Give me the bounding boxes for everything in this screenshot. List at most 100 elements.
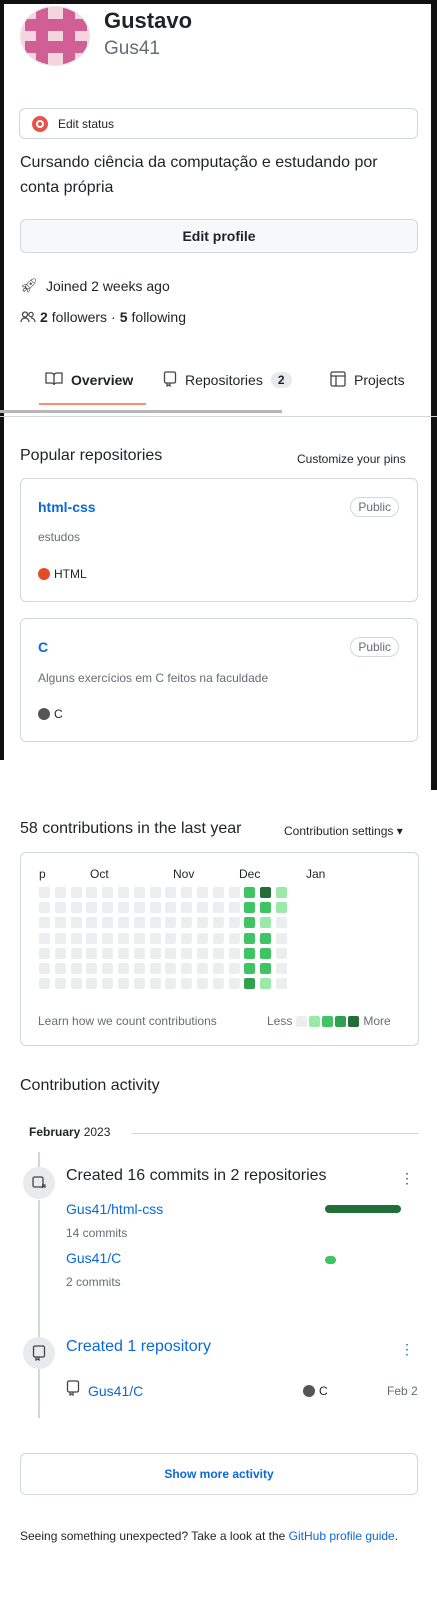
contribution-day-cell[interactable]	[118, 978, 129, 990]
contribution-day-cell[interactable]	[86, 902, 98, 914]
activity-repo-link[interactable]: Gus41/C	[66, 1250, 121, 1266]
contribution-day-cell[interactable]	[197, 887, 208, 898]
contribution-day-cell[interactable]	[102, 917, 114, 929]
contribution-day-cell[interactable]	[228, 978, 240, 990]
learn-contributions-link[interactable]: Learn how we count contributions	[38, 1014, 217, 1028]
followers-link[interactable]: followers	[52, 309, 107, 325]
contribution-settings-dropdown[interactable]: Contribution settings ▾	[284, 824, 403, 838]
contribution-day-cell[interactable]	[181, 947, 193, 959]
contribution-day-cell[interactable]	[197, 978, 208, 990]
contribution-day-cell[interactable]	[165, 978, 177, 990]
contribution-day-cell[interactable]	[54, 917, 66, 929]
following-count[interactable]: 5	[120, 309, 128, 325]
contribution-day-cell[interactable]	[54, 902, 66, 914]
contribution-day-cell[interactable]	[39, 932, 50, 944]
contribution-day-cell[interactable]	[133, 978, 145, 990]
contribution-day-cell[interactable]	[118, 963, 129, 974]
contribution-day-cell[interactable]	[149, 917, 161, 929]
contribution-day-cell[interactable]	[39, 947, 50, 959]
contribution-day-cell[interactable]	[212, 947, 224, 959]
contribution-day-cell[interactable]	[102, 978, 114, 990]
contribution-day-cell[interactable]	[70, 902, 82, 914]
contribution-day-cell[interactable]	[260, 963, 272, 974]
contribution-day-cell[interactable]	[102, 902, 114, 914]
contribution-day-cell[interactable]	[54, 887, 66, 898]
contribution-day-cell[interactable]	[70, 917, 82, 929]
contribution-day-cell[interactable]	[39, 902, 50, 914]
fold-icon[interactable]: ⋮	[400, 1170, 414, 1187]
contribution-day-cell[interactable]	[149, 902, 161, 914]
contribution-day-cell[interactable]	[149, 947, 161, 959]
contribution-day-cell[interactable]	[102, 932, 114, 944]
contribution-day-cell[interactable]	[244, 917, 256, 929]
contribution-day-cell[interactable]	[181, 963, 193, 974]
edit-profile-button[interactable]: Edit profile	[20, 219, 418, 253]
contribution-day-cell[interactable]	[149, 932, 161, 944]
contribution-day-cell[interactable]	[70, 963, 82, 974]
contribution-day-cell[interactable]	[228, 917, 240, 929]
contribution-day-cell[interactable]	[86, 887, 98, 898]
contribution-day-cell[interactable]	[244, 978, 256, 990]
contribution-day-cell[interactable]	[181, 932, 193, 944]
activity-created-repo-title[interactable]: Created 1 repository	[66, 1338, 211, 1356]
tab-repositories[interactable]: Repositories 2	[163, 360, 292, 400]
customize-pins-link[interactable]: Customize your pins	[297, 452, 406, 466]
contribution-day-cell[interactable]	[260, 902, 272, 914]
contribution-day-cell[interactable]	[165, 932, 177, 944]
contribution-day-cell[interactable]	[133, 887, 145, 898]
contribution-day-cell[interactable]	[133, 947, 145, 959]
contribution-day-cell[interactable]	[70, 887, 82, 898]
contribution-day-cell[interactable]	[149, 978, 161, 990]
followers-count[interactable]: 2	[40, 309, 48, 325]
contribution-day-cell[interactable]	[276, 902, 287, 914]
activity-commit-count[interactable]: 2 commits	[66, 1275, 121, 1289]
contribution-day-cell[interactable]	[244, 963, 256, 974]
repo-name-link[interactable]: html-css	[38, 499, 96, 515]
contribution-day-cell[interactable]	[102, 963, 114, 974]
contribution-day-cell[interactable]	[228, 932, 240, 944]
contribution-day-cell[interactable]	[102, 947, 114, 959]
contribution-day-cell[interactable]	[197, 963, 208, 974]
contribution-day-cell[interactable]	[244, 932, 256, 944]
contribution-day-cell[interactable]	[212, 902, 224, 914]
contribution-day-cell[interactable]	[197, 917, 208, 929]
contribution-day-cell[interactable]	[276, 963, 287, 974]
contribution-day-cell[interactable]	[118, 902, 129, 914]
contribution-day-cell[interactable]	[260, 917, 272, 929]
contribution-day-cell[interactable]	[181, 917, 193, 929]
contribution-day-cell[interactable]	[86, 963, 98, 974]
contribution-day-cell[interactable]	[181, 902, 193, 914]
tab-projects[interactable]: Projects	[330, 360, 405, 400]
contribution-day-cell[interactable]	[276, 917, 287, 929]
contribution-day-cell[interactable]	[70, 978, 82, 990]
contribution-day-cell[interactable]	[244, 947, 256, 959]
contribution-day-cell[interactable]	[165, 917, 177, 929]
contribution-day-cell[interactable]	[197, 947, 208, 959]
contribution-day-cell[interactable]	[39, 887, 50, 898]
contribution-day-cell[interactable]	[212, 917, 224, 929]
contribution-day-cell[interactable]	[70, 932, 82, 944]
contribution-day-cell[interactable]	[260, 932, 272, 944]
contribution-day-cell[interactable]	[39, 963, 50, 974]
contribution-day-cell[interactable]	[260, 887, 272, 898]
following-link[interactable]: following	[132, 309, 186, 325]
contribution-day-cell[interactable]	[212, 932, 224, 944]
contribution-day-cell[interactable]	[228, 902, 240, 914]
contribution-day-cell[interactable]	[197, 932, 208, 944]
contribution-day-cell[interactable]	[86, 917, 98, 929]
contribution-day-cell[interactable]	[228, 963, 240, 974]
contribution-day-cell[interactable]	[118, 947, 129, 959]
contribution-day-cell[interactable]	[276, 978, 287, 990]
contribution-day-cell[interactable]	[70, 947, 82, 959]
contribution-day-cell[interactable]	[260, 978, 272, 990]
contribution-day-cell[interactable]	[149, 963, 161, 974]
contribution-day-cell[interactable]	[39, 917, 50, 929]
contribution-day-cell[interactable]	[86, 932, 98, 944]
created-repo-link[interactable]: Gus41/C	[88, 1383, 143, 1399]
contribution-day-cell[interactable]	[212, 887, 224, 898]
contribution-day-cell[interactable]	[181, 887, 193, 898]
contribution-day-cell[interactable]	[228, 947, 240, 959]
contribution-day-cell[interactable]	[181, 978, 193, 990]
profile-guide-link[interactable]: GitHub profile guide	[289, 1529, 395, 1543]
show-more-activity-button[interactable]: Show more activity	[20, 1453, 418, 1495]
